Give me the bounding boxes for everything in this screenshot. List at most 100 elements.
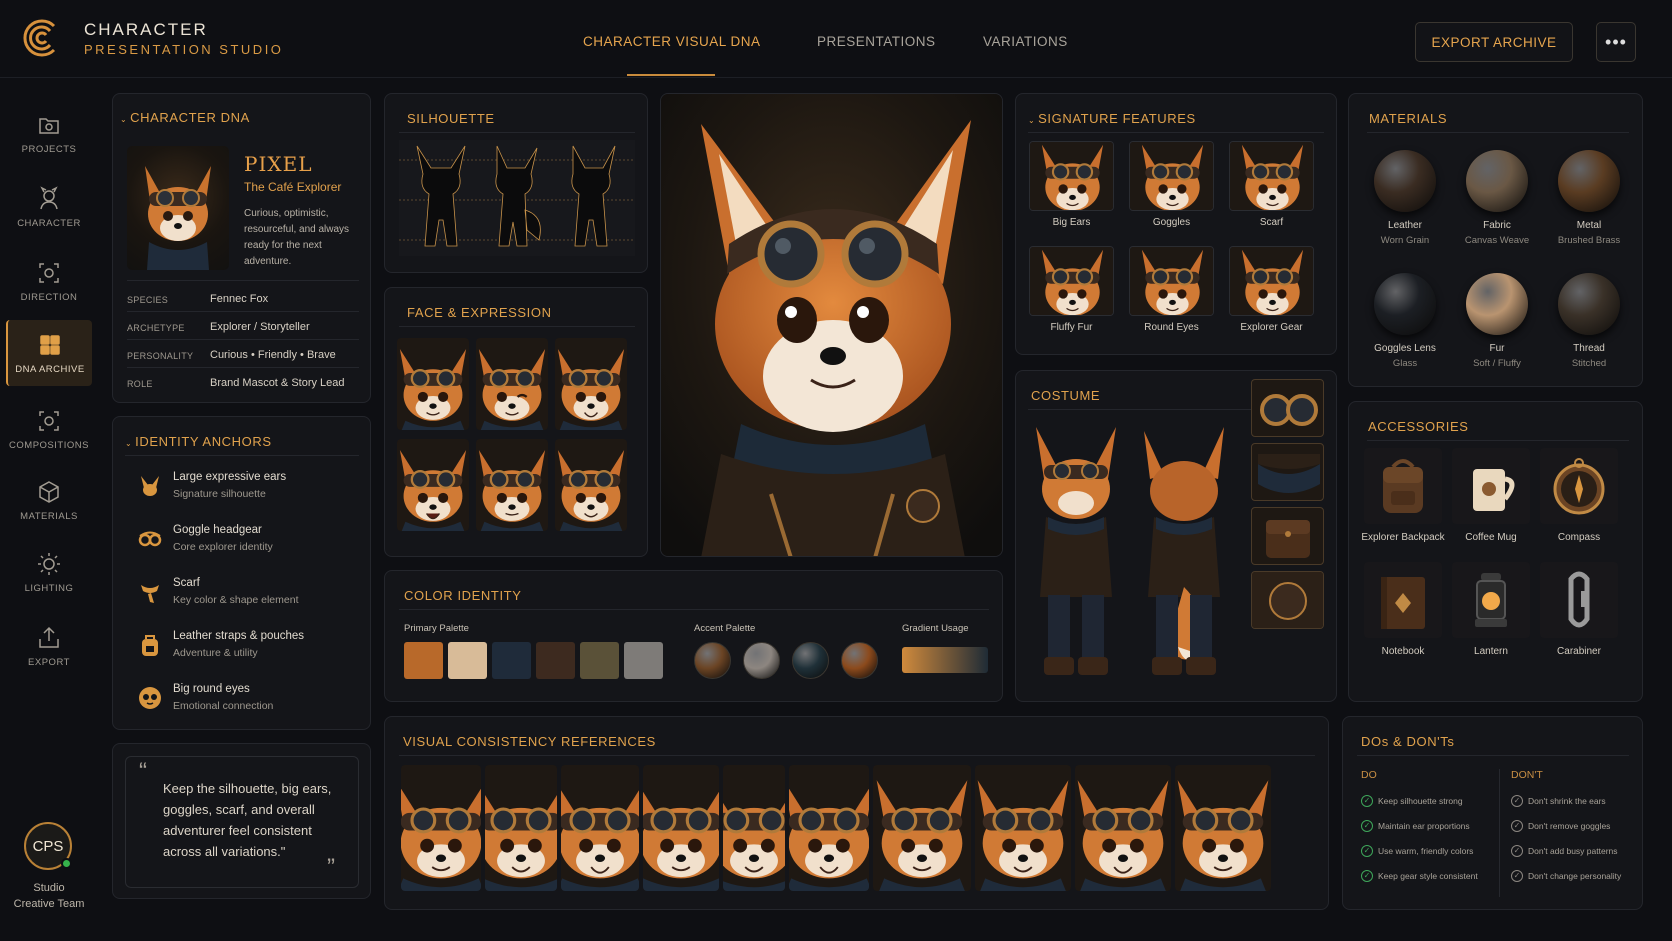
sidebar-item-lighting[interactable]: LIGHTING (6, 539, 92, 605)
tab-variations[interactable]: VARIATIONS (983, 34, 1068, 49)
attribute-value: Curious • Friendly • Brave (210, 349, 336, 361)
attribute-key: ROLE (127, 379, 153, 389)
signature-feature-thumbnail[interactable] (1129, 246, 1214, 316)
silhouette-panel: SILHOUETTE (384, 93, 648, 273)
primary-color-swatch[interactable] (448, 642, 487, 679)
signature-feature-thumbnail[interactable] (1129, 141, 1214, 211)
sidebar-item-export[interactable]: EXPORT (6, 613, 92, 679)
hero-character-render[interactable] (660, 93, 1003, 557)
signature-feature-thumbnail[interactable] (1029, 141, 1114, 211)
accessory-thumbnail[interactable] (1540, 562, 1618, 638)
primary-color-swatch[interactable] (624, 642, 663, 679)
tab-character-visual-dna[interactable]: CHARACTER VISUAL DNA (583, 34, 761, 49)
costume-title: COSTUME (1031, 388, 1101, 403)
expression-thumbnail[interactable] (476, 338, 548, 430)
costume-detail-thumbnail[interactable] (1251, 443, 1324, 501)
consistency-reference-thumbnail[interactable] (723, 765, 785, 891)
anchor-item: Leather straps & pouches Adventure & uti… (137, 628, 357, 668)
material-swatch[interactable] (1466, 273, 1528, 335)
accessories-panel: ACCESSORIES Explorer Backpack Coffee Mug C… (1348, 401, 1643, 702)
primary-color-swatch[interactable] (492, 642, 531, 679)
signature-feature-label: Fluffy Fur (1050, 322, 1093, 333)
accent-color-swatch[interactable] (694, 642, 731, 679)
material-subtitle: Canvas Weave (1464, 235, 1530, 246)
sidebar-item-label: PROJECTS (21, 143, 77, 155)
eyes-icon (139, 687, 161, 709)
export-archive-button[interactable]: EXPORT ARCHIVE (1415, 22, 1573, 62)
sidebar-item-materials[interactable]: MATERIALS (6, 467, 92, 533)
character-icon (40, 185, 58, 209)
character-portrait[interactable] (127, 146, 229, 270)
accent-color-swatch[interactable] (841, 642, 878, 679)
material-swatch[interactable] (1466, 150, 1528, 212)
silhouette-title: SILHOUETTE (407, 111, 495, 126)
signature-feature-thumbnail[interactable] (1229, 141, 1314, 211)
consistency-reference-thumbnail[interactable] (789, 765, 869, 891)
consistency-reference-thumbnail[interactable] (975, 765, 1071, 891)
primary-color-swatch[interactable] (404, 642, 443, 679)
material-name: Thread (1573, 343, 1605, 354)
primary-color-swatch[interactable] (580, 642, 619, 679)
signature-features-title: ⌄ SIGNATURE FEATURES (1028, 111, 1196, 126)
face-expression-title: FACE & EXPRESSION (407, 305, 552, 320)
costume-detail-thumbnail[interactable] (1251, 507, 1324, 565)
material-name: Leather (1388, 220, 1422, 231)
sidebar-item-label: LIGHTING (24, 582, 74, 594)
signature-feature-thumbnail[interactable] (1229, 246, 1314, 316)
sidebar-item-dna-archive[interactable]: DNA ARCHIVE (6, 320, 92, 386)
consistency-reference-thumbnail[interactable] (401, 765, 481, 891)
consistency-reference-thumbnail[interactable] (873, 765, 971, 891)
sidebar-item-direction[interactable]: DIRECTION (6, 248, 92, 314)
attribute-key: PERSONALITY (127, 351, 194, 361)
accessory-thumbnail[interactable] (1364, 448, 1442, 524)
costume-detail-thumbnail[interactable] (1251, 571, 1324, 629)
consistency-reference-thumbnail[interactable] (561, 765, 639, 891)
materials-title: MATERIALS (1369, 111, 1448, 126)
primary-color-swatch[interactable] (536, 642, 575, 679)
accent-color-swatch[interactable] (792, 642, 829, 679)
attribute-value: Fennec Fox (210, 293, 269, 305)
signature-feature-label: Explorer Gear (1240, 322, 1303, 333)
expression-thumbnail[interactable] (555, 439, 627, 531)
signature-feature-thumbnail[interactable] (1029, 246, 1114, 316)
consistency-reference-thumbnail[interactable] (485, 765, 557, 891)
material-swatch[interactable] (1558, 273, 1620, 335)
material-swatch[interactable] (1374, 150, 1436, 212)
sidebar-item-label: EXPORT (28, 656, 70, 668)
team-name-line2: Creative Team (13, 898, 85, 910)
consistency-reference-thumbnail[interactable] (1075, 765, 1171, 891)
sidebar-item-compositions[interactable]: COMPOSITIONS (6, 396, 92, 462)
accessory-thumbnail[interactable] (1540, 448, 1618, 524)
gradient-swatch[interactable] (902, 647, 988, 673)
expression-thumbnail[interactable] (476, 439, 548, 531)
sidebar-item-projects[interactable]: PROJECTS (6, 100, 92, 166)
brand-title: CHARACTER (84, 20, 208, 39)
ears-icon (141, 476, 159, 496)
material-name: Fabric (1483, 220, 1511, 231)
expression-thumbnail[interactable] (397, 439, 469, 531)
accessory-thumbnail[interactable] (1364, 562, 1442, 638)
material-swatch[interactable] (1374, 273, 1436, 335)
goggles-icon (138, 531, 162, 547)
consistency-reference-thumbnail[interactable] (643, 765, 719, 891)
sidebar-item-label: CHARACTER (17, 217, 81, 229)
sidebar-item-character[interactable]: CHARACTER (6, 174, 92, 240)
accessory-label: Notebook (1381, 646, 1425, 657)
consistency-reference-thumbnail[interactable] (1175, 765, 1271, 891)
anchor-item: Scarf Key color & shape element (137, 575, 357, 615)
expression-thumbnail[interactable] (397, 338, 469, 430)
tab-presentations[interactable]: PRESENTATIONS (817, 34, 936, 49)
material-swatch[interactable] (1558, 150, 1620, 212)
costume-detail-thumbnail[interactable] (1251, 379, 1324, 437)
open-quote-mark: “ (139, 758, 147, 785)
accent-color-swatch[interactable] (743, 642, 780, 679)
check-icon: ✓ (1361, 845, 1373, 857)
more-options-button[interactable]: ••• (1596, 22, 1636, 62)
material-name: Goggles Lens (1374, 343, 1436, 354)
costume-turnaround-art[interactable] (1026, 417, 1234, 685)
expression-thumbnail[interactable] (555, 338, 627, 430)
accessory-label: Compass (1557, 532, 1601, 543)
accessory-thumbnail[interactable] (1452, 562, 1530, 638)
attribute-key: SPECIES (127, 295, 169, 305)
accessory-thumbnail[interactable] (1452, 448, 1530, 524)
